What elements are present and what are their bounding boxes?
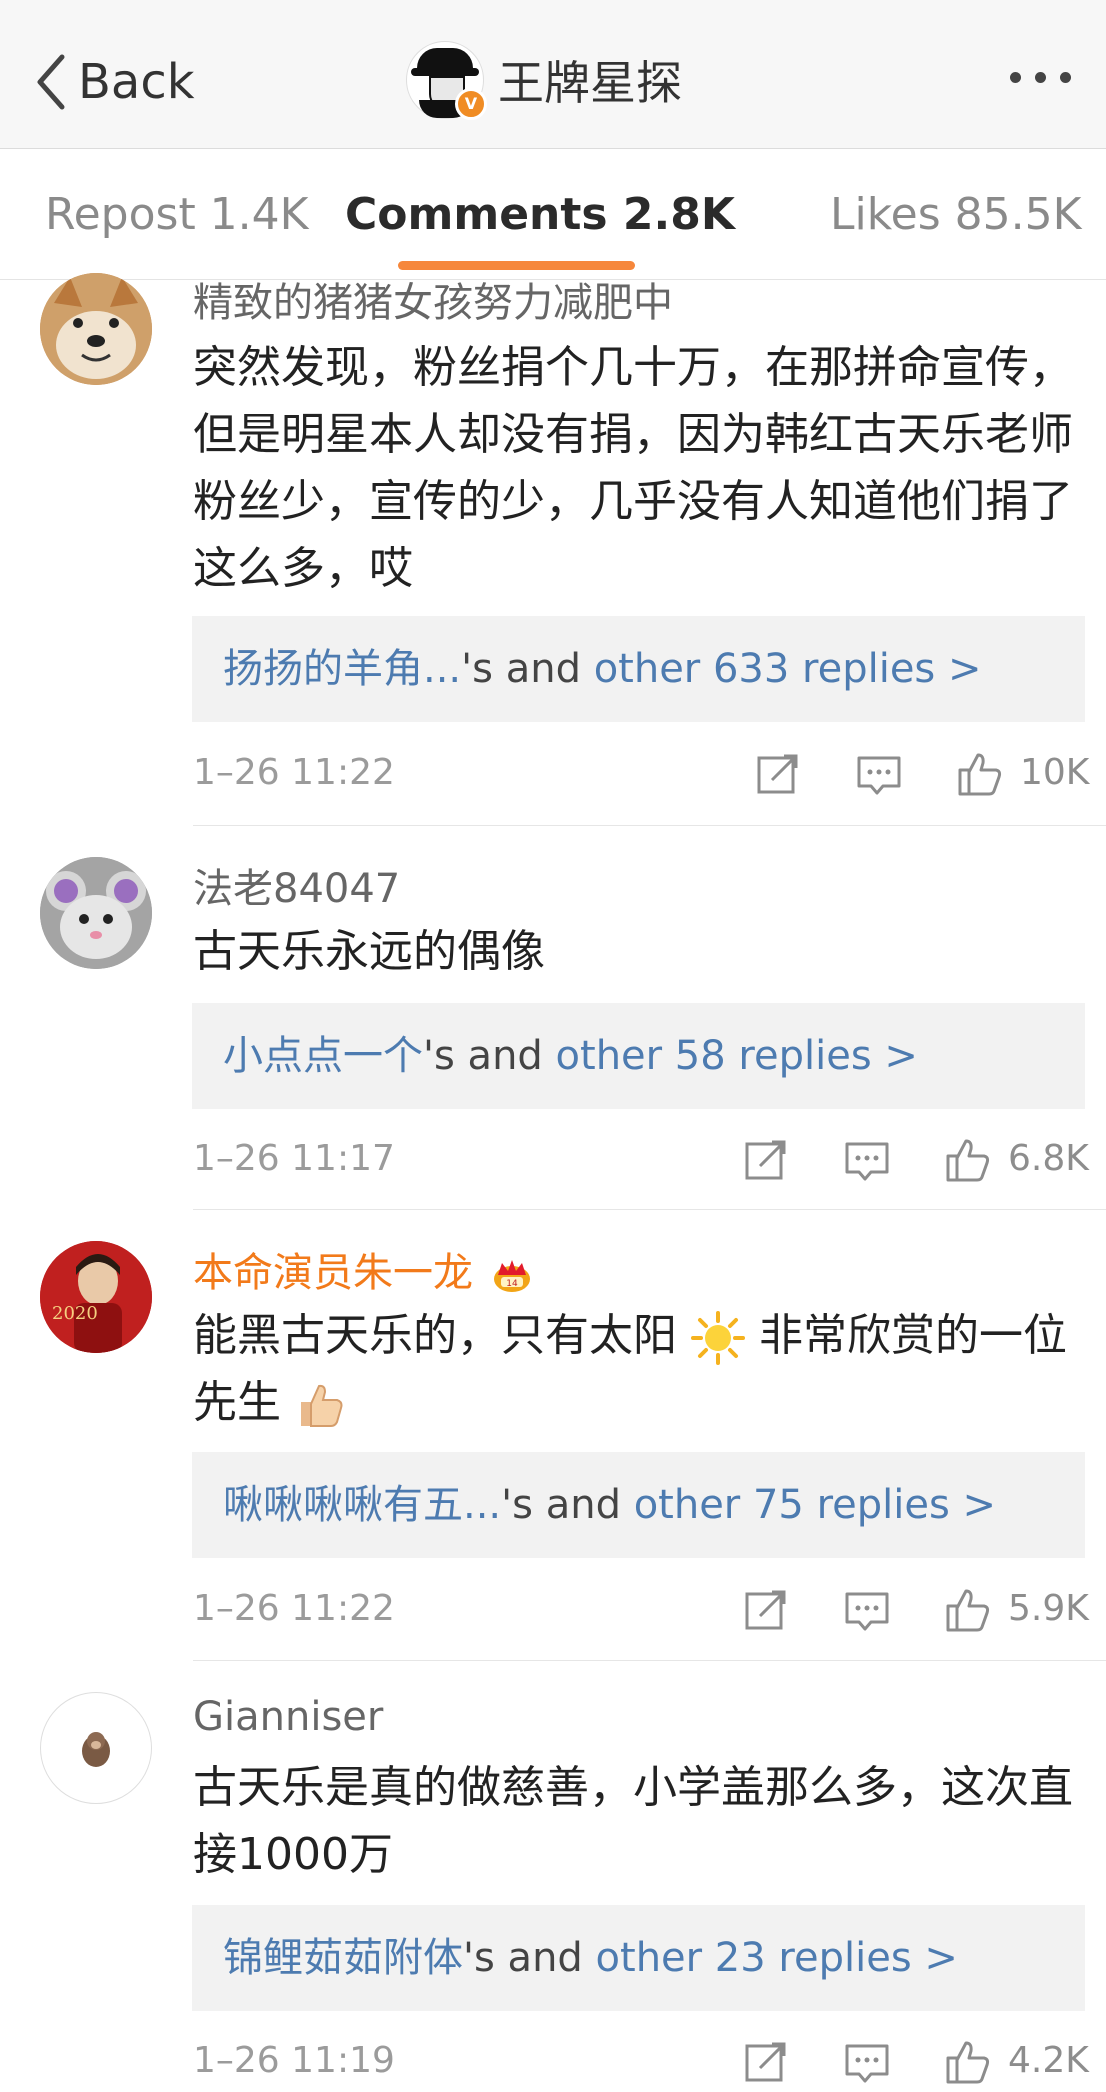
more-replies-link[interactable]: other 75 replies > <box>634 1482 996 1528</box>
comment-icon[interactable] <box>843 1136 891 1184</box>
comment-text: 能黑古天乐的，只有太阳 非常欣赏的一位先生 <box>193 1302 1073 1436</box>
like-count: 4.2K <box>1008 2040 1089 2081</box>
comment-meta: 1–26 11:22 10K <box>193 744 1090 804</box>
mouse-avatar[interactable] <box>40 857 152 969</box>
comment-icon[interactable] <box>855 750 903 798</box>
sun-icon <box>691 1311 745 1365</box>
like-count: 5.9K <box>1008 1588 1089 1629</box>
tab-bar: Repost 1.4K Comments 2.8K Likes 85.5K <box>0 149 1106 280</box>
back-label: Back <box>78 54 195 110</box>
reply-username[interactable]: 锦鲤茹茹附体 <box>223 1935 463 1981</box>
svg-text:14: 14 <box>506 1279 518 1289</box>
comment-time: 1–26 11:19 <box>193 2040 395 2081</box>
like-icon[interactable] <box>944 2038 992 2086</box>
replies-preview[interactable]: 啾啾啾啾有五...'s and other 75 replies > <box>192 1452 1085 1558</box>
comment-time: 1–26 11:22 <box>193 1588 395 1629</box>
active-tab-indicator <box>398 261 635 270</box>
more-replies-link[interactable]: other 58 replies > <box>556 1033 918 1079</box>
red-2020-avatar[interactable]: 2020 <box>40 1241 152 1353</box>
comment-text: 古天乐永远的偶像 <box>193 926 545 977</box>
chevron-left-icon <box>37 54 65 110</box>
repost-icon[interactable] <box>742 1586 790 1634</box>
comment-icon[interactable] <box>843 2038 891 2086</box>
reply-connector: 's and <box>461 646 594 692</box>
repost-icon[interactable] <box>742 2038 790 2086</box>
replies-preview[interactable]: 扬扬的羊角...'s and other 633 replies > <box>192 616 1085 722</box>
monkey-avatar[interactable] <box>40 1692 152 1804</box>
more-replies-link[interactable]: other 633 replies > <box>594 646 982 692</box>
like-count: 6.8K <box>1008 1138 1089 1179</box>
divider <box>193 1660 1106 1661</box>
reply-connector: 's and <box>423 1033 556 1079</box>
more-options-icon[interactable] <box>1010 72 1071 83</box>
page-title: 王牌星探 <box>498 56 682 110</box>
comment-meta: 1–26 11:22 5.9K <box>193 1580 1089 1640</box>
reply-username[interactable]: 小点点一个 <box>223 1033 423 1079</box>
tab-repost[interactable]: Repost 1.4K <box>45 189 309 240</box>
comment-meta: 1–26 11:19 4.2K <box>193 2032 1089 2092</box>
comment-time: 1–26 11:22 <box>193 752 395 793</box>
comment-meta: 1–26 11:17 6.8K <box>193 1130 1089 1190</box>
like-icon[interactable] <box>956 750 1004 798</box>
reply-connector: 's and <box>463 1935 596 1981</box>
more-replies-link[interactable]: other 23 replies > <box>596 1935 958 1981</box>
comment-username-vip[interactable]: 本命演员朱一龙 14 <box>193 1240 532 1298</box>
divider <box>193 1209 1106 1210</box>
repost-icon[interactable] <box>742 1136 790 1184</box>
page-title-group[interactable]: V 王牌星探 <box>406 38 682 122</box>
comment-text: 突然发现，粉丝捐个几十万，在那拼命宣传，但是明星本人却没有捐，因为韩红古天乐老师… <box>193 342 1073 594</box>
repost-icon[interactable] <box>754 750 802 798</box>
divider <box>193 825 1106 826</box>
navigation-bar: Back V 王牌星探 <box>0 0 1106 149</box>
like-icon[interactable] <box>944 1136 992 1184</box>
comment-username[interactable]: Gianniser <box>193 1694 383 1740</box>
comment-text-part1: 能黑古天乐的，只有太阳 <box>193 1310 677 1361</box>
comment-username: 本命演员朱一龙 <box>193 1250 473 1296</box>
thumbs-up-emoji-icon <box>301 1384 343 1427</box>
comment-text: 古天乐是真的做慈善，小学盖那么多，这次直接1000万 <box>193 1762 1073 1880</box>
comment-time: 1–26 11:17 <box>193 1138 395 1179</box>
like-icon[interactable] <box>944 1586 992 1634</box>
avatar-2020-text: 2020 <box>52 1303 98 1324</box>
comment-username[interactable]: 法老84047 <box>193 856 400 914</box>
verified-badge-icon: V <box>455 88 487 120</box>
reply-connector: 's and <box>501 1482 634 1528</box>
like-count: 10K <box>1020 752 1090 793</box>
back-button[interactable]: Back <box>34 50 195 114</box>
reply-username[interactable]: 啾啾啾啾有五... <box>223 1482 501 1528</box>
replies-preview[interactable]: 锦鲤茹茹附体's and other 23 replies > <box>192 1905 1085 2011</box>
reply-username[interactable]: 扬扬的羊角... <box>223 646 461 692</box>
tab-likes[interactable]: Likes 85.5K <box>830 189 1081 240</box>
comment-icon[interactable] <box>843 1586 891 1634</box>
tab-comments[interactable]: Comments 2.8K <box>345 189 735 240</box>
shiba-dog-avatar[interactable] <box>40 273 152 385</box>
crown-icon: 14 <box>493 1260 530 1292</box>
replies-preview[interactable]: 小点点一个's and other 58 replies > <box>192 1003 1085 1109</box>
comment-username[interactable]: 精致的猪猪女孩努力减肥中 <box>193 270 673 328</box>
detective-avatar: V <box>406 41 487 120</box>
